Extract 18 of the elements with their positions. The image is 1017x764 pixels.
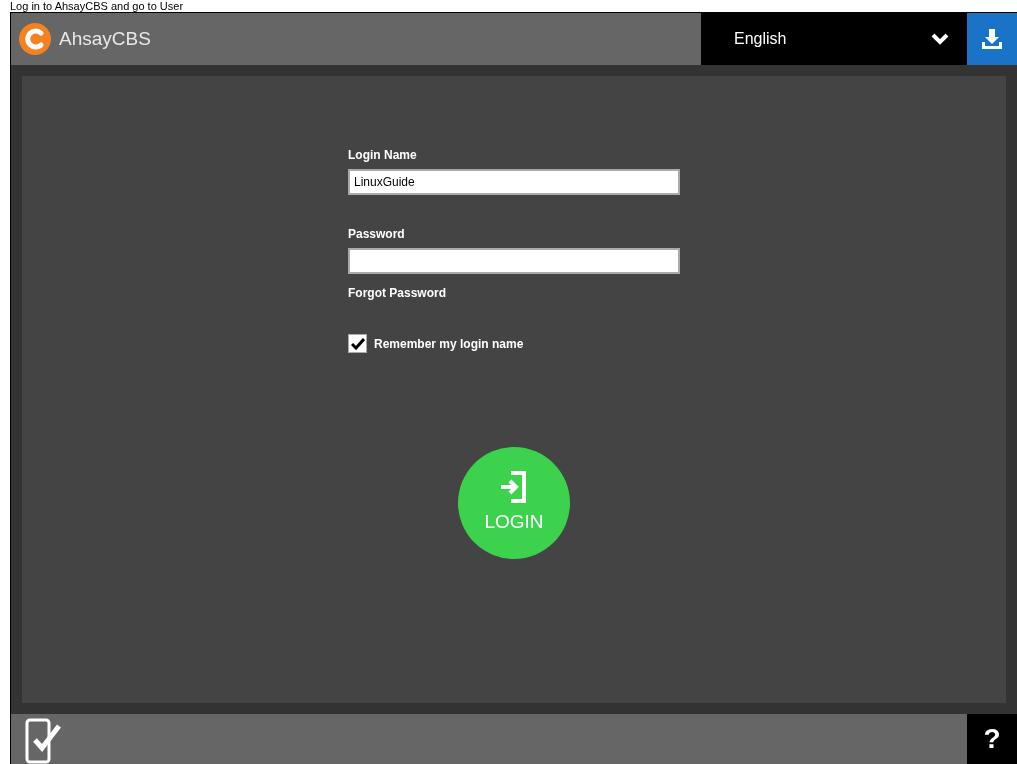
sign-in-icon xyxy=(499,469,529,504)
chevron-down-icon xyxy=(931,33,949,45)
mobile-check-icon xyxy=(25,718,61,764)
field-label: Login Name xyxy=(348,147,418,164)
password-field[interactable] xyxy=(348,248,680,274)
logo-icon xyxy=(19,23,51,55)
checkmark-icon xyxy=(350,337,365,350)
download-icon xyxy=(980,27,1004,51)
brand-name: AhsayCBS xyxy=(59,26,151,51)
caption-text: Log in to AhsayCBS and go to User xyxy=(10,0,184,12)
forgot-password-link[interactable]: Forgot Password xyxy=(348,284,446,302)
field-label: Password xyxy=(348,226,406,243)
language-dropdown[interactable]: English xyxy=(701,13,967,65)
remember-label: Remember my login name xyxy=(374,335,524,353)
download-button[interactable] xyxy=(967,13,1017,65)
login-name-field[interactable]: LinuxGuide xyxy=(348,169,680,195)
remember-checkbox[interactable] xyxy=(348,334,367,353)
help-button[interactable]: ? xyxy=(967,714,1017,764)
